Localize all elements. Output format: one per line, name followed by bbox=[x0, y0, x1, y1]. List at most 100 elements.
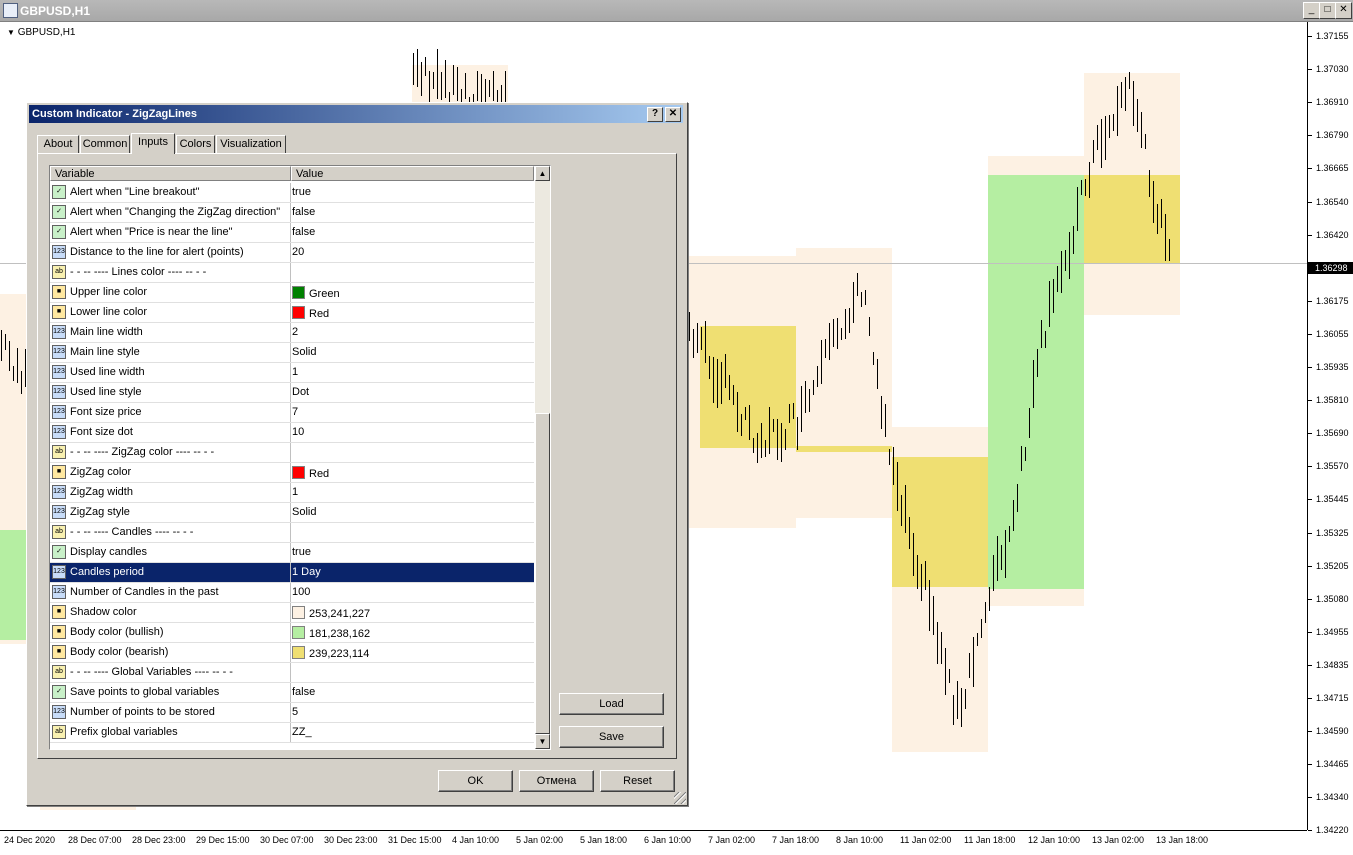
scroll-up-button[interactable]: ▲ bbox=[535, 166, 550, 181]
input-row[interactable]: ■ Upper line color Green bbox=[50, 283, 534, 303]
input-row[interactable]: ab Prefix global variables ZZ_ bbox=[50, 723, 534, 743]
load-button[interactable]: Load bbox=[559, 693, 664, 715]
scroll-down-button[interactable]: ▼ bbox=[535, 734, 550, 749]
input-value[interactable]: 2 bbox=[292, 326, 298, 338]
scroll-thumb[interactable] bbox=[535, 413, 550, 734]
input-row[interactable]: ■ Lower line color Red bbox=[50, 303, 534, 323]
intraday-candle bbox=[909, 517, 910, 550]
input-value[interactable]: Green bbox=[292, 286, 340, 300]
column-divider bbox=[290, 543, 291, 562]
input-variable-name: Font size price bbox=[70, 406, 142, 418]
resize-grip[interactable] bbox=[674, 792, 686, 804]
price-tick bbox=[1308, 36, 1312, 37]
input-value[interactable]: 100 bbox=[292, 586, 310, 598]
intraday-candle bbox=[1121, 82, 1122, 108]
input-value[interactable]: 253,241,227 bbox=[292, 606, 370, 620]
maximize-button[interactable]: □ bbox=[1319, 2, 1336, 19]
input-value[interactable]: 7 bbox=[292, 406, 298, 418]
input-value[interactable]: true bbox=[292, 186, 311, 198]
intraday-candle bbox=[921, 564, 922, 602]
tab-inputs[interactable]: Inputs bbox=[131, 133, 175, 154]
column-header-value[interactable]: Value bbox=[291, 166, 534, 181]
input-row[interactable]: ✓ Alert when "Price is near the line" fals… bbox=[50, 223, 534, 243]
input-value[interactable]: 20 bbox=[292, 246, 304, 258]
input-value[interactable]: true bbox=[292, 546, 311, 558]
input-row[interactable]: 123 Number of Candles in the past 100 bbox=[50, 583, 534, 603]
input-variable-name: Alert when "Changing the ZigZag directio… bbox=[70, 206, 281, 218]
input-row[interactable]: 123 Used line style Dot bbox=[50, 383, 534, 403]
cancel-button[interactable]: Отмена bbox=[519, 770, 594, 792]
price-tick bbox=[1308, 433, 1312, 435]
input-row[interactable]: ✓ Save points to global variables false bbox=[50, 683, 534, 703]
input-row[interactable]: 123 ZigZag style Solid bbox=[50, 503, 534, 523]
color-type-icon: ■ bbox=[52, 465, 66, 479]
tab-about[interactable]: About bbox=[37, 135, 79, 153]
ok-button[interactable]: OK bbox=[438, 770, 513, 792]
input-value[interactable]: ZZ_ bbox=[292, 726, 312, 738]
intraday-candle bbox=[1077, 186, 1078, 231]
input-value[interactable]: Red bbox=[292, 306, 329, 320]
input-row[interactable]: 123 Number of points to be stored 5 bbox=[50, 703, 534, 723]
close-window-button[interactable]: ✕ bbox=[1335, 2, 1352, 19]
time-label: 7 Jan 02:00 bbox=[708, 835, 756, 845]
input-value[interactable]: 239,223,114 bbox=[292, 646, 369, 660]
input-value[interactable]: false bbox=[292, 206, 315, 218]
dialog-close-button[interactable]: ✕ bbox=[665, 107, 681, 122]
input-value[interactable]: Dot bbox=[292, 386, 309, 398]
input-value[interactable]: Solid bbox=[292, 506, 316, 518]
reset-button[interactable]: Reset bbox=[600, 770, 675, 792]
help-button[interactable]: ? bbox=[647, 107, 663, 122]
window-titlebar: GBPUSD,H1 _ □ ✕ bbox=[0, 0, 1353, 22]
intraday-candle bbox=[705, 320, 706, 363]
input-row[interactable]: ■ ZigZag color Red bbox=[50, 463, 534, 483]
input-row[interactable]: 123 Main line width 2 bbox=[50, 323, 534, 343]
column-header-variable[interactable]: Variable bbox=[50, 166, 291, 181]
input-value[interactable]: 10 bbox=[292, 426, 304, 438]
price-tick bbox=[1308, 598, 1312, 600]
intraday-candle bbox=[813, 380, 814, 395]
minimize-button[interactable]: _ bbox=[1303, 2, 1320, 19]
input-value-text: Red bbox=[309, 308, 330, 320]
numeric-type-icon: 123 bbox=[52, 485, 66, 499]
input-row[interactable]: ✓ Alert when "Changing the ZigZag directi… bbox=[50, 203, 534, 223]
tab-colors[interactable]: Colors bbox=[176, 135, 215, 153]
input-value[interactable]: false bbox=[292, 686, 315, 698]
input-value[interactable]: 1 Day bbox=[292, 566, 321, 578]
input-value[interactable]: false bbox=[292, 226, 315, 238]
tab-common[interactable]: Common bbox=[80, 135, 130, 153]
time-label: 11 Jan 02:00 bbox=[900, 835, 952, 845]
input-value[interactable]: Solid bbox=[292, 346, 316, 358]
input-row[interactable]: ab - - -- ---- Global Variables ---- -- -… bbox=[50, 663, 534, 683]
inputs-scrollbar[interactable]: ▲ ▼ bbox=[535, 166, 550, 749]
input-row[interactable]: ✓ Alert when "Line breakout" true bbox=[50, 183, 534, 203]
input-row[interactable]: ■ Body color (bearish) 239,223,114 bbox=[50, 643, 534, 663]
save-button[interactable]: Save bbox=[559, 726, 664, 748]
intraday-candle bbox=[433, 72, 434, 90]
input-value[interactable]: 5 bbox=[292, 706, 298, 718]
price-label: 1.34590 bbox=[1316, 726, 1349, 737]
price-label: 1.36910 bbox=[1316, 97, 1349, 108]
input-row[interactable]: ab - - -- ---- ZigZag color ---- -- - - bbox=[50, 443, 534, 463]
input-row[interactable]: 123 Font size dot 10 bbox=[50, 423, 534, 443]
input-row[interactable]: ab - - -- ---- Candles ---- -- - - bbox=[50, 523, 534, 543]
input-row[interactable]: ab - - -- ---- Lines color ---- -- - - bbox=[50, 263, 534, 283]
input-variable-name: Number of Candles in the past bbox=[70, 586, 219, 598]
input-row[interactable]: 123 Used line width 1 bbox=[50, 363, 534, 383]
input-row[interactable]: ■ Shadow color 253,241,227 bbox=[50, 603, 534, 623]
input-value[interactable]: 1 bbox=[292, 366, 298, 378]
input-row[interactable]: 123 Candles period 1 Day bbox=[50, 563, 534, 583]
input-row[interactable]: ✓ Display candles true bbox=[50, 543, 534, 563]
intraday-candle bbox=[1165, 213, 1166, 262]
input-value[interactable]: Red bbox=[292, 466, 329, 480]
input-row[interactable]: 123 Main line style Solid bbox=[50, 343, 534, 363]
input-row[interactable]: ■ Body color (bullish) 181,238,162 bbox=[50, 623, 534, 643]
input-row[interactable]: 123 ZigZag width 1 bbox=[50, 483, 534, 503]
input-row[interactable]: 123 Distance to the line for alert (point… bbox=[50, 243, 534, 263]
input-value[interactable]: 1 bbox=[292, 486, 298, 498]
input-value[interactable]: 181,238,162 bbox=[292, 626, 370, 640]
intraday-candle bbox=[725, 353, 726, 389]
input-variable-name: Used line width bbox=[70, 366, 145, 378]
tab-visualization[interactable]: Visualization bbox=[216, 135, 286, 153]
intraday-candle bbox=[773, 418, 774, 432]
input-row[interactable]: 123 Font size price 7 bbox=[50, 403, 534, 423]
